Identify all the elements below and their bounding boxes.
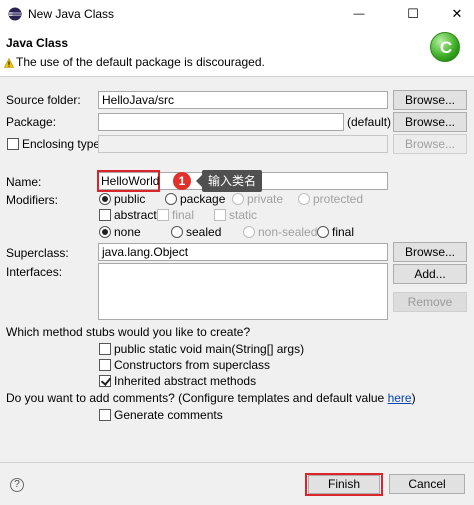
finish-highlight-box: Finish [305,473,383,496]
modifier-protected-label: protected [313,192,364,206]
constructors-checkbox[interactable] [99,359,111,371]
sealing-final-radio[interactable] [317,226,329,238]
wizard-logo-letter: C [439,38,453,57]
inherited-methods-checkbox[interactable] [99,375,111,387]
main-method-checkbox[interactable] [99,343,111,355]
comments-question-text: Do you want to add comments? (Configure … [6,391,388,405]
sealing-final-label: final [332,225,355,239]
package-label: Package: [6,115,57,129]
main-method-label: public static void main(String[] args) [114,342,305,356]
window-title: New Java Class [28,7,115,21]
inherited-methods-label: Inherited abstract methods [114,374,257,388]
sealing-non-sealed-radio[interactable] [243,226,255,238]
enclosing-type-label: Enclosing type: [22,137,104,151]
interfaces-add-button[interactable]: Add... [393,264,467,284]
maximize-button[interactable]: ☐ [397,0,429,28]
modifier-public-radio[interactable] [99,193,111,205]
name-highlight-box: HelloWorld [97,170,160,192]
package-input[interactable] [98,113,344,131]
modifier-private-radio[interactable] [232,193,244,205]
abstract-checkbox[interactable] [99,209,111,221]
sealing-non-sealed-label: non-sealed [258,225,318,239]
warning-message: The use of the default package is discou… [16,55,265,69]
name-label: Name: [6,175,42,189]
minimize-button[interactable]: — [343,0,375,28]
enclosing-type-browse-button[interactable]: Browse... [393,134,467,154]
static-checkbox[interactable] [214,209,226,221]
sealing-none-radio[interactable] [99,226,111,238]
final-checkbox[interactable] [157,209,169,221]
comments-close-paren: ) [411,391,416,405]
close-button[interactable]: ✕ [441,0,473,28]
modifier-private-label: private [247,192,284,206]
step-badge: 1 [173,172,191,190]
minimize-icon: — [353,8,365,20]
constructors-label: Constructors from superclass [114,358,271,372]
name-value: HelloWorld [101,174,160,188]
generate-comments-label: Generate comments [114,408,223,422]
sealing-sealed-radio[interactable] [171,226,183,238]
static-label: static [229,208,258,222]
java-class-wizard-icon: C [430,32,460,62]
final-label: final [172,208,195,222]
generate-comments-checkbox[interactable] [99,409,111,421]
page-title: Java Class [6,36,69,50]
title-bar: New Java Class — ☐ ✕ [0,0,474,28]
superclass-label: Superclass: [6,246,69,260]
source-folder-label: Source folder: [6,93,81,107]
name-tooltip: 输入类名 [195,170,263,192]
cancel-button[interactable]: Cancel [389,474,465,494]
package-browse-button[interactable]: Browse... [393,112,467,132]
method-stubs-question: Which method stubs would you like to cre… [6,325,251,339]
interfaces-remove-button[interactable]: Remove [393,292,467,312]
interfaces-list[interactable] [98,263,388,320]
source-folder-input[interactable]: HelloJava/src [98,91,388,109]
superclass-input[interactable]: java.lang.Object [98,243,388,261]
superclass-browse-button[interactable]: Browse... [393,242,467,262]
modifier-package-radio[interactable] [165,193,177,205]
wizard-header: Java Class The use of the default packag… [0,28,474,77]
enclosing-type-input[interactable] [98,135,388,153]
interfaces-label: Interfaces: [6,265,63,279]
close-icon: ✕ [451,6,463,21]
configure-templates-link[interactable]: here [388,391,412,405]
modifiers-label: Modifiers: [6,193,59,207]
enclosing-type-checkbox[interactable] [7,138,19,150]
package-default-label: (default) [347,115,392,129]
sealing-none-label: none [114,225,141,239]
warning-icon [4,58,14,68]
sealing-sealed-label: sealed [186,225,222,239]
modifier-protected-radio[interactable] [298,193,310,205]
help-icon[interactable]: ? [10,478,24,492]
footer-separator [0,462,474,463]
eclipse-app-icon [8,7,22,21]
finish-button[interactable]: Finish [308,475,380,494]
abstract-label: abstract [114,208,157,222]
source-folder-browse-button[interactable]: Browse... [393,90,467,110]
modifier-package-label: package [180,192,226,206]
comments-question: Do you want to add comments? (Configure … [6,391,416,405]
modifier-public-label: public [114,192,146,206]
maximize-icon: ☐ [407,6,419,21]
